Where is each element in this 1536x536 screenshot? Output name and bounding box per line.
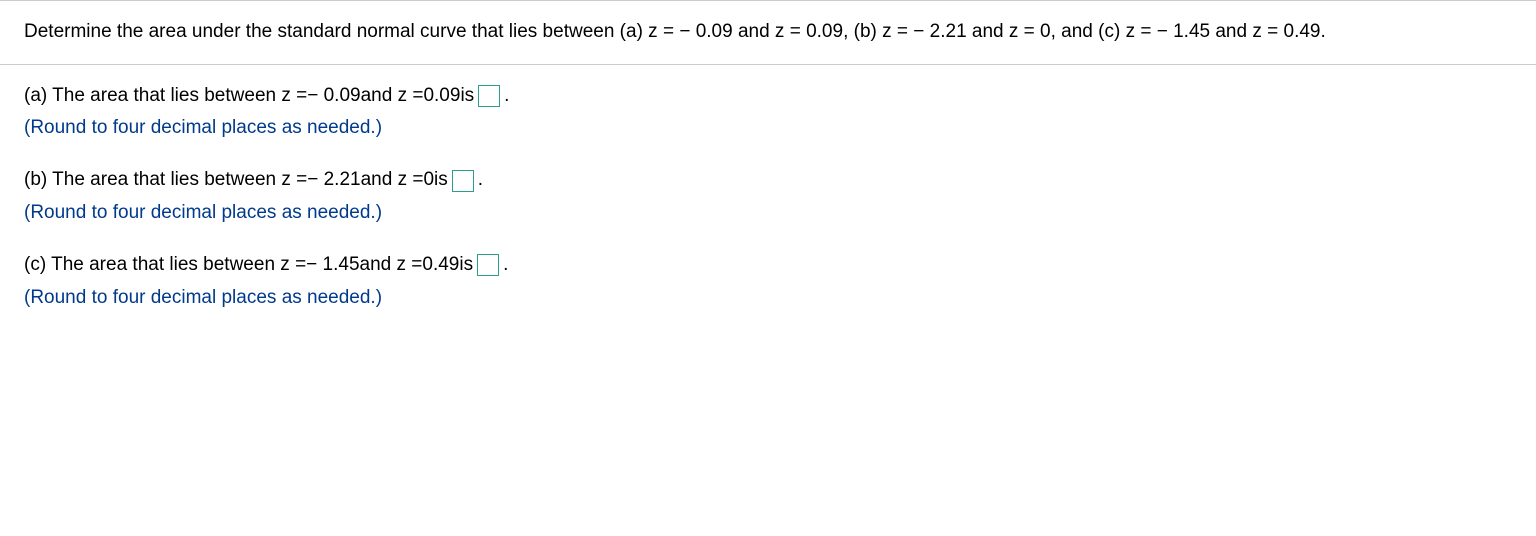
question-body: (a) The area that lies between z = − 0.0… bbox=[0, 65, 1536, 351]
part-b-statement: (b) The area that lies between z = − 2.2… bbox=[24, 165, 1512, 195]
part-c-mid: and z = bbox=[360, 250, 423, 280]
part-b-z2: 0 bbox=[423, 165, 434, 195]
question-prompt: Determine the area under the standard no… bbox=[0, 0, 1536, 65]
part-b-suffix: is bbox=[434, 165, 448, 195]
part-b-instruction: (Round to four decimal places as needed.… bbox=[24, 198, 1512, 228]
part-b-prefix: (b) The area that lies between z = bbox=[24, 165, 307, 195]
part-a-answer-input[interactable] bbox=[478, 85, 500, 107]
part-a-period: . bbox=[504, 81, 509, 111]
part-c-answer-input[interactable] bbox=[477, 254, 499, 276]
part-b-period: . bbox=[478, 165, 483, 195]
part-a-instruction: (Round to four decimal places as needed.… bbox=[24, 113, 1512, 143]
part-c-z1: − 1.45 bbox=[306, 250, 359, 280]
part-a-statement: (a) The area that lies between z = − 0.0… bbox=[24, 81, 1512, 111]
part-a: (a) The area that lies between z = − 0.0… bbox=[24, 81, 1512, 144]
part-c: (c) The area that lies between z = − 1.4… bbox=[24, 250, 1512, 313]
part-c-z2: 0.49 bbox=[422, 250, 459, 280]
part-b-answer-input[interactable] bbox=[452, 170, 474, 192]
part-c-statement: (c) The area that lies between z = − 1.4… bbox=[24, 250, 1512, 280]
part-b-mid: and z = bbox=[361, 165, 424, 195]
part-c-period: . bbox=[503, 250, 508, 280]
part-c-prefix: (c) The area that lies between z = bbox=[24, 250, 306, 280]
part-b-z1: − 2.21 bbox=[307, 165, 360, 195]
part-c-instruction: (Round to four decimal places as needed.… bbox=[24, 283, 1512, 313]
part-a-z1: − 0.09 bbox=[307, 81, 360, 111]
part-b: (b) The area that lies between z = − 2.2… bbox=[24, 165, 1512, 228]
part-a-mid: and z = bbox=[361, 81, 424, 111]
question-text: Determine the area under the standard no… bbox=[24, 21, 1326, 42]
part-a-prefix: (a) The area that lies between z = bbox=[24, 81, 307, 111]
part-c-suffix: is bbox=[459, 250, 473, 280]
part-a-suffix: is bbox=[460, 81, 474, 111]
part-a-z2: 0.09 bbox=[423, 81, 460, 111]
